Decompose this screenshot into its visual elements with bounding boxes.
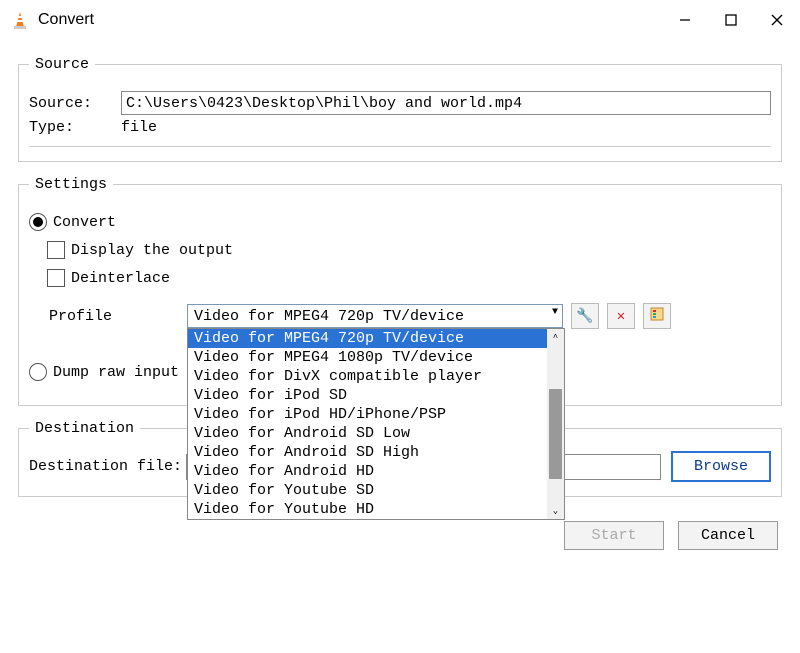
settings-group: Settings Convert Display the output Dein… <box>18 176 782 406</box>
profile-option[interactable]: Video for MPEG4 1080p TV/device <box>188 348 564 367</box>
cancel-button[interactable]: Cancel <box>678 521 778 550</box>
new-profile-icon <box>649 306 665 327</box>
profile-label: Profile <box>29 308 187 325</box>
display-output-label: Display the output <box>71 242 233 259</box>
display-output-checkbox[interactable]: Display the output <box>47 241 771 259</box>
scroll-up-icon[interactable]: ^ <box>547 329 564 346</box>
maximize-button[interactable] <box>708 3 754 37</box>
profile-option[interactable]: Video for Android SD Low <box>188 424 564 443</box>
delete-profile-button[interactable]: ✕ <box>607 303 635 329</box>
profile-option[interactable]: Video for Youtube HD <box>188 500 564 519</box>
chevron-down-icon: ▼ <box>552 307 558 318</box>
source-input[interactable] <box>121 91 771 115</box>
deinterlace-label: Deinterlace <box>71 270 170 287</box>
type-value: file <box>121 119 157 136</box>
vlc-cone-icon <box>10 10 30 30</box>
checkbox-icon <box>47 241 65 259</box>
profile-option[interactable]: Video for iPod SD <box>188 386 564 405</box>
destination-legend: Destination <box>29 420 140 437</box>
convert-radio[interactable]: Convert <box>29 213 771 231</box>
titlebar: Convert <box>0 0 800 40</box>
minimize-button[interactable] <box>662 3 708 37</box>
profile-option[interactable]: Video for iPod HD/iPhone/PSP <box>188 405 564 424</box>
wrench-icon: 🔧 <box>576 308 593 325</box>
checkbox-icon <box>47 269 65 287</box>
profile-option[interactable]: Video for Android HD <box>188 462 564 481</box>
x-icon: ✕ <box>617 308 625 325</box>
source-group: Source Source: Type: file <box>18 56 782 162</box>
close-button[interactable] <box>754 3 800 37</box>
radio-icon <box>29 363 47 381</box>
window-controls <box>662 3 800 37</box>
edit-profile-button[interactable]: 🔧 <box>571 303 599 329</box>
deinterlace-checkbox[interactable]: Deinterlace <box>47 269 771 287</box>
source-legend: Source <box>29 56 95 73</box>
source-label: Source: <box>29 95 121 112</box>
profile-dropdown: Video for MPEG4 720p TV/device Video for… <box>187 328 565 520</box>
scroll-down-icon[interactable]: ⌄ <box>547 502 564 519</box>
new-profile-button[interactable] <box>643 303 671 329</box>
profile-option[interactable]: Video for Youtube SD <box>188 481 564 500</box>
destination-file-label: Destination file: <box>29 458 182 475</box>
divider <box>29 146 771 147</box>
browse-button[interactable]: Browse <box>671 451 771 482</box>
type-label: Type: <box>29 119 121 136</box>
profile-option[interactable]: Video for DivX compatible player <box>188 367 564 386</box>
dump-raw-label: Dump raw input <box>53 364 179 381</box>
window-title: Convert <box>38 11 662 29</box>
start-button[interactable]: Start <box>564 521 664 550</box>
settings-legend: Settings <box>29 176 113 193</box>
profile-option[interactable]: Video for Android SD High <box>188 443 564 462</box>
radio-icon <box>29 213 47 231</box>
dropdown-scrollbar[interactable]: ^ ⌄ <box>547 329 564 519</box>
scrollbar-thumb[interactable] <box>549 389 562 479</box>
profile-select[interactable]: Video for MPEG4 720p TV/device ▼ Video f… <box>187 304 563 328</box>
convert-label: Convert <box>53 214 116 231</box>
profile-selected-value: Video for MPEG4 720p TV/device <box>194 308 464 325</box>
profile-option[interactable]: Video for MPEG4 720p TV/device <box>188 329 564 348</box>
